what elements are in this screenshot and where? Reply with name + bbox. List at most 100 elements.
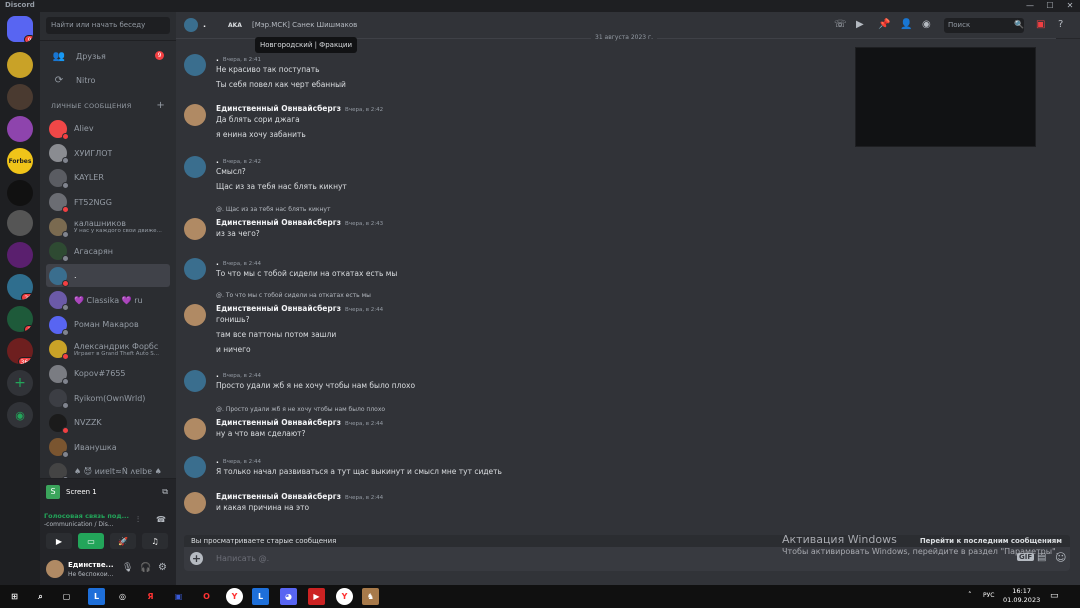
- voice-status[interactable]: Голосовая связь под...: [44, 512, 129, 520]
- message-avatar[interactable]: [184, 54, 206, 76]
- server-icon[interactable]: [7, 210, 33, 236]
- message-author[interactable]: .: [216, 156, 219, 165]
- user-name[interactable]: Единстве...: [68, 561, 114, 569]
- noise-icon[interactable]: ⫶: [137, 515, 139, 525]
- camera-button[interactable]: ▶: [46, 533, 72, 549]
- message-author[interactable]: Единственный Овнвайсбергз: [216, 418, 341, 427]
- app-icon-globe[interactable]: ◎: [114, 588, 131, 605]
- call-icon[interactable]: ☏: [834, 19, 847, 30]
- server-icon[interactable]: 29: [7, 274, 33, 300]
- aka-names[interactable]: [Мэр.МСК] Санек Шишмаков: [252, 21, 357, 29]
- reply-preview[interactable]: @. То что мы с тобой сидели на откатах е…: [216, 292, 371, 299]
- tray-arrow-icon[interactable]: ˄: [968, 591, 972, 599]
- dm-item[interactable]: Александрик Форбс Играет в Grand Theft Au…: [46, 338, 170, 361]
- maximize-icon[interactable]: ☐: [1040, 0, 1060, 12]
- server-icon[interactable]: 360: [7, 338, 33, 364]
- explore-icon[interactable]: ◉: [7, 402, 33, 428]
- inbox-icon[interactable]: ▣: [1036, 19, 1045, 30]
- message-avatar[interactable]: [184, 456, 206, 478]
- activity-button[interactable]: 🚀: [110, 533, 136, 549]
- close-icon[interactable]: ✕: [1060, 0, 1080, 12]
- header-search-input[interactable]: Поиск: [944, 18, 1024, 33]
- server-icon[interactable]: 1: [7, 306, 33, 332]
- reply-preview[interactable]: @. Щас из за тебя нас блять кикнут: [216, 206, 330, 213]
- message-author[interactable]: Единственный Овнвайсбергз: [216, 104, 341, 113]
- server-icon[interactable]: [7, 52, 33, 78]
- message-avatar[interactable]: [184, 218, 206, 240]
- settings-gear-icon[interactable]: ⚙: [158, 562, 167, 573]
- pin-icon[interactable]: 📌: [878, 19, 890, 30]
- dm-item[interactable]: KAYLER: [46, 166, 170, 189]
- yandex-browser-icon-2[interactable]: Y: [336, 588, 353, 605]
- dm-search-input[interactable]: Найти или начать беседу: [46, 17, 170, 34]
- taskbar-search-icon[interactable]: ⌕: [32, 588, 49, 605]
- taskbar-clock[interactable]: 16:17 01.09.2023: [1003, 587, 1040, 605]
- screen-share-item[interactable]: S Screen 1: [46, 485, 97, 499]
- dm-item[interactable]: Kopov#7655: [46, 362, 170, 385]
- server-icon[interactable]: 9: [7, 16, 33, 42]
- dm-item[interactable]: ХУИГЛОТ: [46, 142, 170, 165]
- soundboard-button[interactable]: ♫: [142, 533, 168, 549]
- screen-popout-icon[interactable]: ⧉: [162, 487, 168, 497]
- message-avatar[interactable]: [184, 156, 206, 178]
- message-avatar[interactable]: [184, 492, 206, 514]
- create-dm-icon[interactable]: +: [156, 100, 165, 111]
- dm-item[interactable]: NVZZK: [46, 411, 170, 434]
- app-icon-game[interactable]: ♞: [362, 588, 379, 605]
- message-avatar[interactable]: [184, 418, 206, 440]
- notifications-icon[interactable]: ▭: [1050, 591, 1059, 601]
- start-icon[interactable]: ⊞: [6, 588, 23, 605]
- dm-item[interactable]: 💜 Classika 💜 ru: [46, 289, 170, 312]
- screen-share-thumbnail[interactable]: [855, 47, 1036, 147]
- message-avatar[interactable]: [184, 304, 206, 326]
- add-friend-icon[interactable]: 👤: [900, 19, 912, 30]
- nitro-nav[interactable]: ⟳ Nitro: [46, 70, 170, 90]
- server-icon[interactable]: [7, 180, 33, 206]
- dm-item[interactable]: Aliev: [46, 117, 170, 140]
- dm-item[interactable]: Агасарян: [46, 240, 170, 263]
- dm-item[interactable]: Иванушка: [46, 436, 170, 459]
- message-author[interactable]: Единственный Овнвайсбергз: [216, 304, 341, 313]
- dm-item[interactable]: .: [46, 264, 170, 287]
- dm-item[interactable]: Роман Макаров: [46, 313, 170, 336]
- message-author[interactable]: .: [216, 258, 219, 267]
- app-icon-l[interactable]: L: [88, 588, 105, 605]
- message-author[interactable]: .: [216, 456, 219, 465]
- friends-nav[interactable]: 👥 Друзья 9: [46, 46, 170, 66]
- server-icon[interactable]: [7, 242, 33, 268]
- help-icon[interactable]: ?: [1058, 19, 1063, 30]
- user-avatar[interactable]: [46, 560, 64, 578]
- server-icon[interactable]: [7, 116, 33, 142]
- dm-item[interactable]: калашников У нас у каждого свои движе...: [46, 215, 170, 238]
- app-icon-shield[interactable]: ▣: [170, 588, 187, 605]
- yandex-icon[interactable]: Я: [142, 588, 159, 605]
- add-server-icon[interactable]: +: [7, 370, 33, 396]
- task-view-icon[interactable]: ▢: [58, 588, 75, 605]
- message-author[interactable]: Единственный Овнвайсбергз: [216, 218, 341, 227]
- message-author[interactable]: .: [216, 370, 219, 379]
- yandex-browser-icon[interactable]: Y: [226, 588, 243, 605]
- headphones-icon[interactable]: 🎧: [140, 563, 151, 573]
- minimize-icon[interactable]: —: [1020, 0, 1040, 12]
- language-indicator[interactable]: РУС: [983, 592, 994, 599]
- app-icon-l2[interactable]: L: [252, 588, 269, 605]
- profile-icon[interactable]: ◉: [922, 19, 931, 30]
- attach-plus-icon[interactable]: +: [190, 552, 203, 565]
- app-icon-red[interactable]: ▶: [308, 588, 325, 605]
- message-avatar[interactable]: [184, 370, 206, 392]
- message-avatar[interactable]: [184, 104, 206, 126]
- opera-icon[interactable]: O: [198, 588, 215, 605]
- reply-preview[interactable]: @. Просто удали жб я не хочу чтобы нам б…: [216, 406, 385, 413]
- server-icon[interactable]: [7, 84, 33, 110]
- message-author[interactable]: .: [216, 54, 219, 63]
- voice-channel[interactable]: -communication / Dis...: [44, 521, 114, 528]
- message-avatar[interactable]: [184, 258, 206, 280]
- share-screen-button[interactable]: ▭: [78, 533, 104, 549]
- dm-item[interactable]: FT52NGG: [46, 191, 170, 214]
- dm-item[interactable]: Ryikom(OwnWrld): [46, 387, 170, 410]
- disconnect-icon[interactable]: ☎: [156, 515, 166, 524]
- jump-to-present-button[interactable]: Перейти к последним сообщениям: [920, 535, 1062, 547]
- discord-taskbar-icon[interactable]: ◕: [280, 588, 297, 605]
- video-call-icon[interactable]: ▶: [856, 19, 864, 30]
- message-author[interactable]: Единственный Овнвайсбергз: [216, 492, 341, 501]
